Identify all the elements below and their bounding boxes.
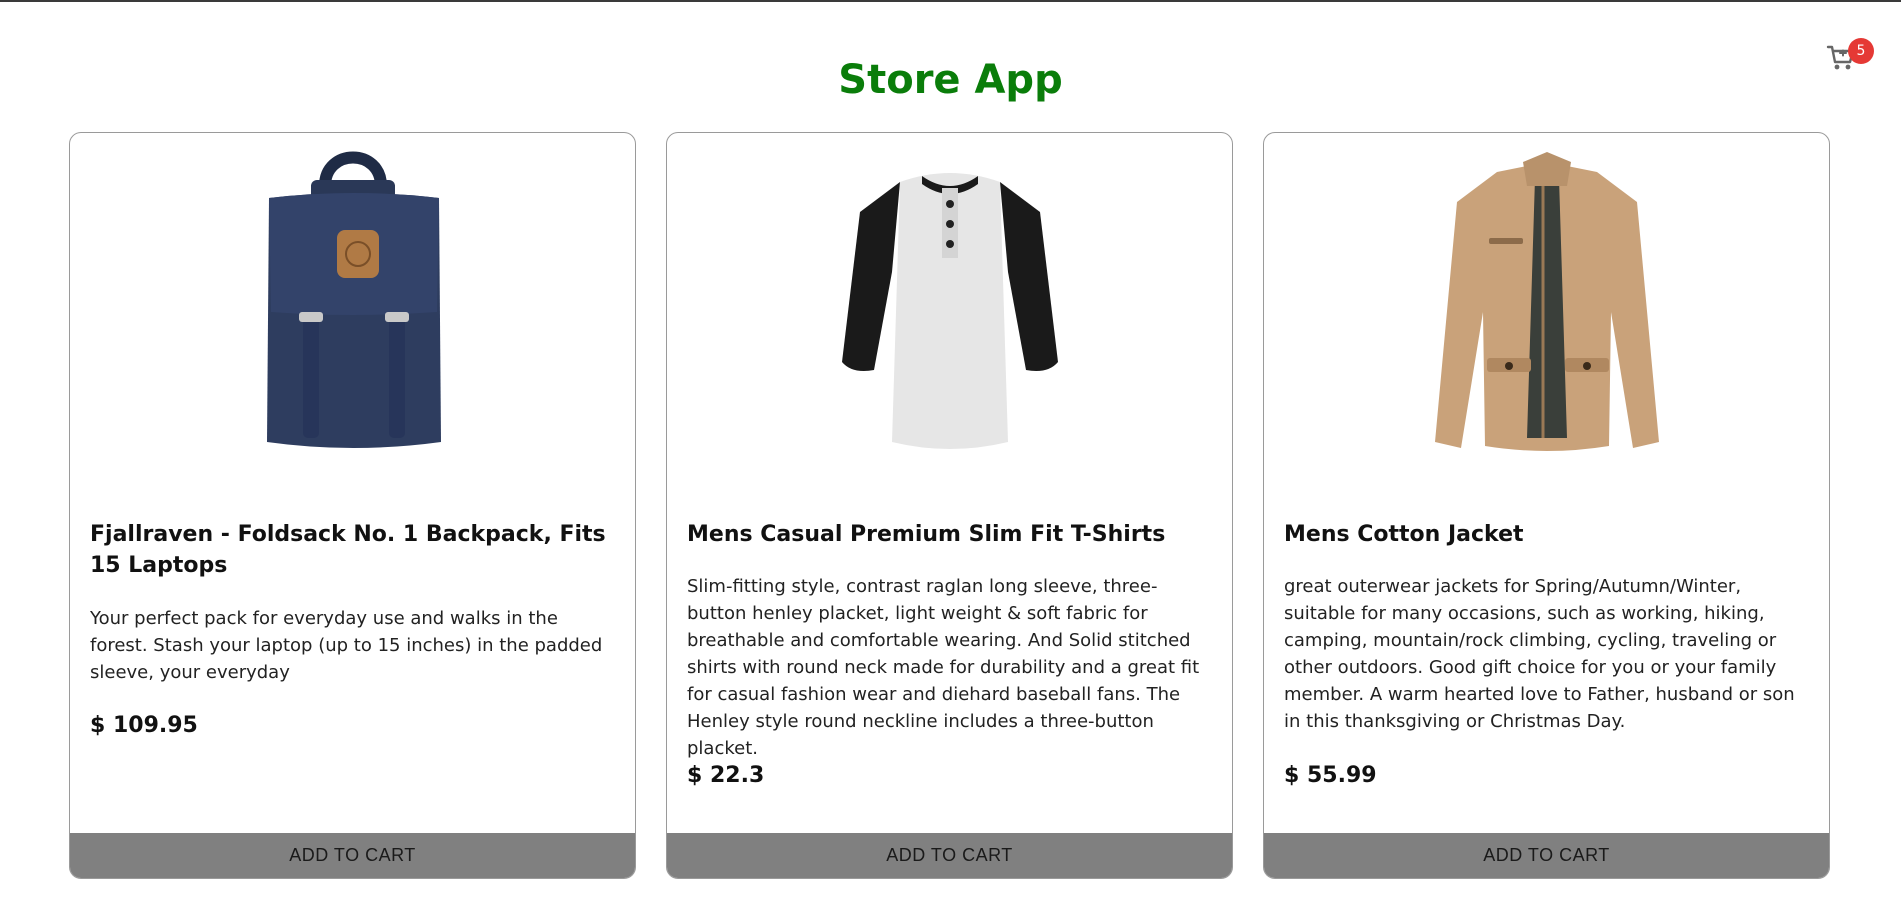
product-price: $ 109.95 bbox=[90, 713, 198, 738]
product-name: Mens Cotton Jacket bbox=[1284, 522, 1524, 547]
product-card: Mens Casual Premium Slim Fit T-Shirts Sl… bbox=[666, 132, 1233, 879]
add-to-cart-button[interactable]: ADD TO CART bbox=[1264, 833, 1829, 878]
product-description: Slim-fitting style, contrast raglan long… bbox=[687, 576, 1200, 759]
product-image-tshirt bbox=[667, 157, 1232, 449]
add-to-cart-button[interactable]: ADD TO CART bbox=[667, 833, 1232, 878]
product-description: great outerwear jackets for Spring/Autum… bbox=[1284, 576, 1795, 732]
store-page: Store App 5 Fjallraven - Foldsack No. 1 … bbox=[0, 0, 1901, 900]
page-title: Store App bbox=[838, 57, 1063, 103]
cart-button[interactable]: 5 bbox=[1826, 38, 1874, 74]
product-image-backpack bbox=[70, 151, 635, 448]
add-to-cart-button[interactable]: ADD TO CART bbox=[70, 833, 635, 878]
product-description: Your perfect pack for everyday use and w… bbox=[90, 608, 603, 683]
cart-count-badge: 5 bbox=[1848, 38, 1874, 64]
product-price: $ 22.3 bbox=[687, 763, 765, 788]
top-border bbox=[0, 0, 1901, 2]
product-price: $ 55.99 bbox=[1284, 763, 1377, 788]
product-name: Mens Casual Premium Slim Fit T-Shirts bbox=[687, 522, 1166, 547]
product-card: Mens Cotton Jacket great outerwear jacke… bbox=[1263, 132, 1830, 879]
product-card: Fjallraven - Foldsack No. 1 Backpack, Fi… bbox=[69, 132, 636, 879]
product-name: Fjallraven - Foldsack No. 1 Backpack, Fi… bbox=[90, 522, 606, 578]
product-image-jacket bbox=[1264, 152, 1829, 451]
product-grid: Fjallraven - Foldsack No. 1 Backpack, Fi… bbox=[69, 132, 1832, 881]
